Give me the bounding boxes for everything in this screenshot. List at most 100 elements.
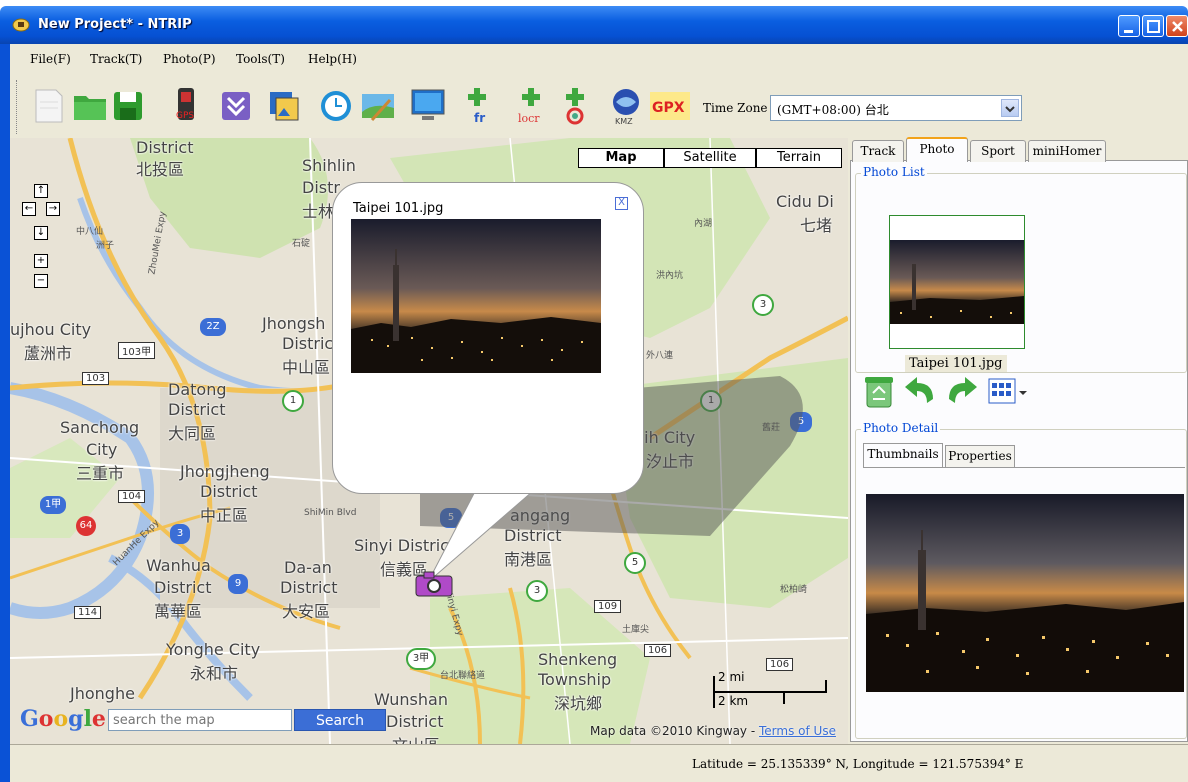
- save-icon[interactable]: [110, 84, 146, 126]
- thumbnail-caption: Taipei 101.jpg: [905, 355, 1007, 372]
- pan-right-button[interactable]: →: [46, 202, 60, 216]
- route-marker: 106: [766, 658, 794, 671]
- new-icon[interactable]: [30, 84, 66, 126]
- detail-photo[interactable]: [866, 494, 1184, 692]
- monitor-icon[interactable]: [410, 84, 446, 126]
- map-label: 萬華區: [154, 602, 203, 621]
- timezone-dropdown-button[interactable]: [1001, 99, 1019, 117]
- route-shield: 3甲: [406, 648, 436, 670]
- photo-popup: Taipei 101.jpg X: [332, 182, 644, 494]
- kmz-icon[interactable]: KMZ: [608, 84, 644, 126]
- map-label: Jhongsh: [262, 314, 326, 333]
- route-shield: 5: [624, 552, 646, 574]
- add-picasa-icon[interactable]: [560, 84, 596, 126]
- map-type-terrain[interactable]: Terrain: [756, 148, 842, 168]
- close-button[interactable]: [1166, 15, 1188, 37]
- recycle-bin-icon[interactable]: [861, 373, 897, 409]
- window-title: New Project* - NTRIP: [38, 17, 192, 32]
- pan-down-button[interactable]: ↓: [34, 226, 48, 240]
- tab-properties[interactable]: Properties: [945, 445, 1015, 467]
- toolbar-grip[interactable]: [16, 80, 19, 134]
- pan-up-button[interactable]: ↑: [34, 184, 48, 198]
- popup-photo[interactable]: [351, 219, 601, 373]
- chevron-down-icon: [1005, 106, 1015, 113]
- tab-thumbnails[interactable]: Thumbnails: [863, 443, 943, 467]
- minimize-icon: [1124, 30, 1133, 33]
- rotate-right-icon[interactable]: [943, 373, 979, 409]
- import-icon[interactable]: [218, 84, 254, 126]
- timezone-label: Time Zone: [703, 101, 768, 115]
- map-edit-icon[interactable]: [360, 84, 396, 126]
- minimize-button[interactable]: [1118, 15, 1140, 37]
- gpx-label: GPX: [652, 100, 685, 116]
- add-locr-icon[interactable]: locr: [516, 84, 552, 126]
- route-shield: 9: [228, 574, 248, 594]
- route-shield: 64: [76, 516, 96, 536]
- rotate-left-icon[interactable]: [903, 373, 939, 409]
- open-folder-icon[interactable]: [72, 84, 108, 126]
- map-label: Wanhua: [146, 556, 211, 575]
- route-marker: 106: [644, 644, 672, 657]
- menu-photo[interactable]: Photo(P): [163, 52, 216, 66]
- map-type-map[interactable]: Map: [578, 148, 664, 168]
- map-label: 外八連: [646, 351, 674, 361]
- map-label: Jhongjheng: [180, 462, 270, 481]
- photo-thumbnail[interactable]: [889, 215, 1025, 349]
- route-shield: 2Z: [200, 318, 226, 336]
- tab-sport[interactable]: Sport: [970, 140, 1026, 162]
- tab-track[interactable]: Track: [852, 140, 904, 162]
- right-panel: Photo List Taipei 101.jpg Photo Detail T…: [848, 137, 1188, 744]
- menu-track[interactable]: Track(T): [90, 52, 142, 66]
- zoom-in-button[interactable]: +: [34, 254, 48, 268]
- maximize-button[interactable]: [1142, 15, 1164, 37]
- map-label: 三重市: [76, 464, 125, 483]
- zoom-out-button[interactable]: −: [34, 274, 48, 288]
- add-fr-icon[interactable]: fr: [466, 84, 502, 126]
- popup-close-button[interactable]: X: [615, 197, 628, 210]
- map-label: 中山區: [282, 358, 331, 377]
- scale-miles: 2 mi: [718, 670, 745, 684]
- view-mode-icon[interactable]: [985, 373, 1033, 409]
- kmz-label: KMZ: [615, 117, 633, 126]
- map-label: District: [154, 578, 212, 597]
- map-label: 永和市: [190, 664, 239, 683]
- window-border: [0, 138, 10, 782]
- map-label: Datong: [168, 380, 227, 399]
- map-label: Wunshan: [374, 690, 448, 709]
- gpx-icon[interactable]: GPX: [648, 84, 692, 126]
- menu-file[interactable]: File(F): [30, 52, 71, 66]
- map-label: Township: [538, 670, 612, 689]
- route-marker: 103: [82, 372, 110, 385]
- route-shield: 1甲: [40, 496, 66, 514]
- map-label: City: [86, 440, 118, 459]
- map-label: 深坑鄉: [554, 694, 603, 713]
- coordinates-readout: Latitude = 25.135339° N, Longitude = 121…: [692, 757, 1024, 771]
- route-shield: 1: [282, 390, 304, 412]
- timezone-select[interactable]: (GMT+08:00) 台北: [770, 95, 1022, 121]
- map-type-satellite[interactable]: Satellite: [664, 148, 756, 168]
- clock-icon[interactable]: [318, 84, 354, 126]
- tab-minihomer[interactable]: miniHomer: [1028, 140, 1106, 162]
- photo-album-icon[interactable]: [266, 84, 302, 126]
- map-search-button[interactable]: Search: [294, 709, 386, 731]
- map-label: Shihlin: [302, 156, 356, 175]
- route-marker: 109: [594, 600, 622, 613]
- pan-left-button[interactable]: ←: [22, 202, 36, 216]
- terms-of-use-link[interactable]: Terms of Use: [759, 724, 836, 738]
- gps-device-icon[interactable]: GPS: [168, 84, 204, 126]
- map-label: 文山區: [392, 732, 440, 744]
- subtab-divider: [863, 467, 1185, 468]
- map-label: 士林: [302, 202, 335, 221]
- map-label: Jhonghe: [70, 684, 135, 703]
- map-view[interactable]: District 北投區 Shihlin Distr 士林 Cidu Di 七堵…: [10, 138, 848, 744]
- menu-tools[interactable]: Tools(T): [236, 52, 285, 66]
- camera-marker-icon[interactable]: [414, 570, 454, 598]
- menu-help[interactable]: Help(H): [308, 52, 357, 66]
- tab-photo[interactable]: Photo: [906, 137, 968, 162]
- locr-label: locr: [518, 112, 540, 125]
- map-search-input[interactable]: [108, 709, 292, 731]
- timezone-value: (GMT+08:00) 台北: [777, 103, 889, 117]
- google-logo: Google: [20, 706, 106, 732]
- map-label: Cidu Di: [776, 192, 834, 211]
- map-label: 土庫尖: [622, 625, 650, 635]
